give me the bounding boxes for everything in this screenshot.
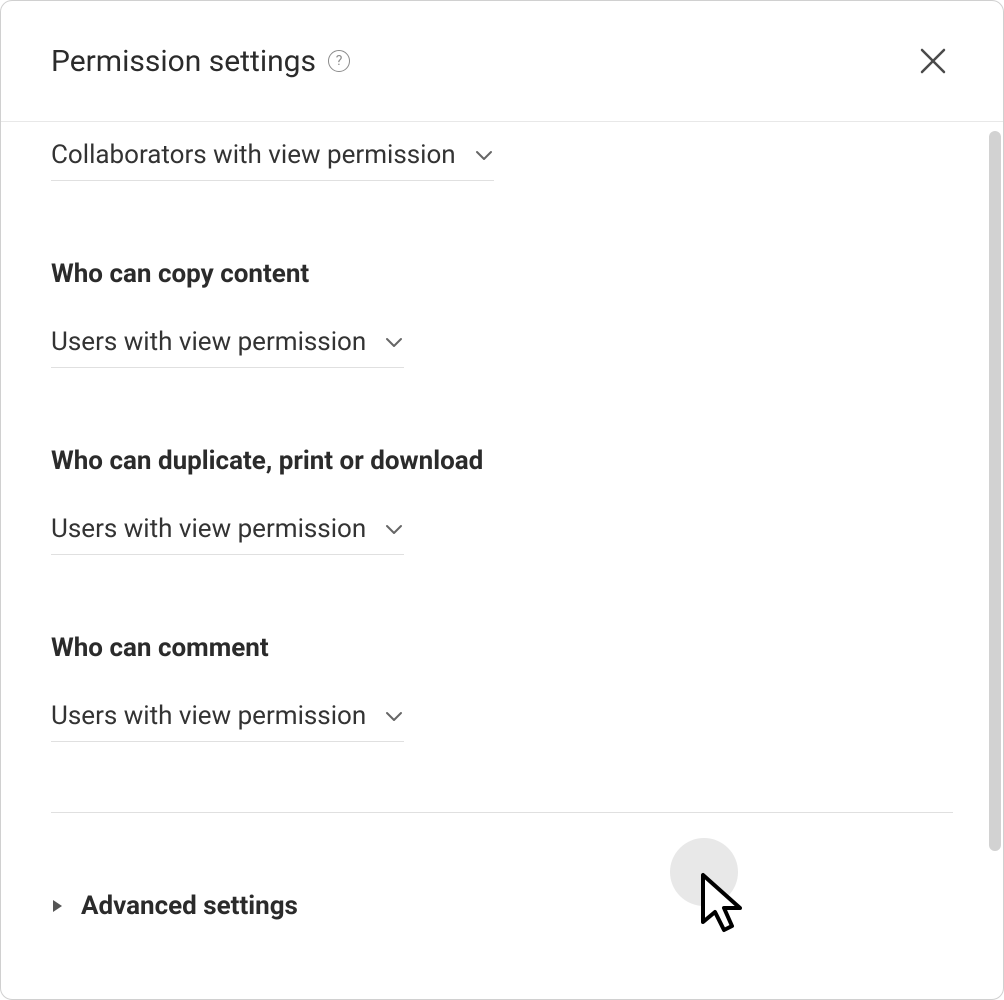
collaborators-select-value: Collaborators with view permission bbox=[51, 140, 456, 170]
duplicate-section: Who can duplicate, print or download Use… bbox=[51, 446, 953, 555]
advanced-settings-toggle[interactable]: Advanced settings bbox=[51, 891, 953, 921]
help-icon[interactable]: ? bbox=[328, 50, 350, 72]
section-divider bbox=[51, 812, 953, 813]
close-icon bbox=[918, 46, 948, 76]
copy-content-section: Who can copy content Users with view per… bbox=[51, 259, 953, 368]
chevron-down-icon bbox=[384, 336, 404, 348]
duplicate-select-value: Users with view permission bbox=[51, 514, 366, 544]
duplicate-select[interactable]: Users with view permission bbox=[51, 508, 404, 555]
advanced-settings-label: Advanced settings bbox=[81, 891, 298, 921]
collaborators-select[interactable]: Collaborators with view permission bbox=[51, 134, 494, 181]
duplicate-label: Who can duplicate, print or download bbox=[51, 446, 953, 476]
chevron-down-icon bbox=[384, 710, 404, 722]
comment-select-value: Users with view permission bbox=[51, 701, 366, 731]
copy-content-select[interactable]: Users with view permission bbox=[51, 321, 404, 368]
permission-settings-modal: Permission settings ? Collaborators with… bbox=[0, 0, 1004, 1000]
chevron-down-icon bbox=[384, 523, 404, 535]
copy-content-select-value: Users with view permission bbox=[51, 327, 366, 357]
modal-header: Permission settings ? bbox=[1, 1, 1003, 122]
modal-content: Collaborators with view permission Who c… bbox=[1, 122, 1003, 982]
chevron-down-icon bbox=[474, 149, 494, 161]
comment-select[interactable]: Users with view permission bbox=[51, 695, 404, 742]
close-button[interactable] bbox=[913, 41, 953, 81]
comment-section: Who can comment Users with view permissi… bbox=[51, 633, 953, 742]
copy-content-label: Who can copy content bbox=[51, 259, 953, 289]
collaborators-select-row: Collaborators with view permission bbox=[51, 134, 953, 181]
header-title-wrap: Permission settings ? bbox=[51, 44, 350, 79]
scrollbar-thumb[interactable] bbox=[989, 131, 1001, 851]
triangle-right-icon bbox=[51, 899, 63, 913]
modal-title: Permission settings bbox=[51, 44, 316, 79]
comment-label: Who can comment bbox=[51, 633, 953, 663]
